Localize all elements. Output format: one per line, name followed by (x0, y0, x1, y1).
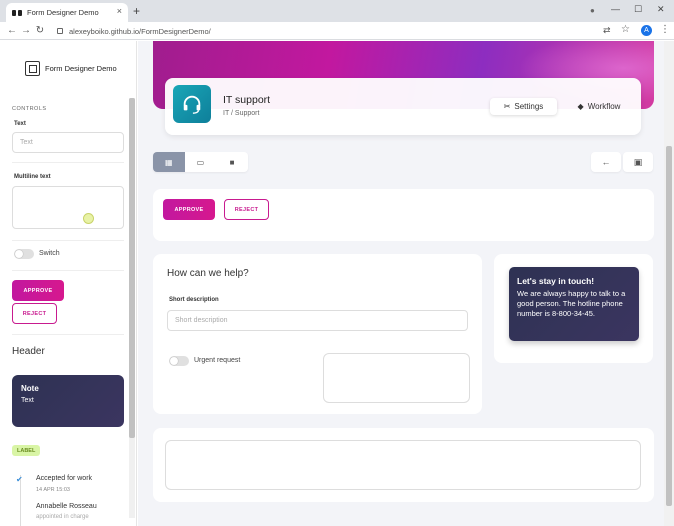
timeline-sub: appointed in charge (36, 514, 89, 520)
divider (12, 162, 124, 163)
square-view-button[interactable]: ■ (216, 152, 248, 172)
contact-text: We are always happy to talk to a good pe… (517, 289, 626, 318)
form-approve-button[interactable]: APPROVE (163, 199, 215, 220)
tools-icon: ✂ (503, 102, 511, 111)
cursor-indicator (83, 213, 94, 224)
text-field-label: Text (14, 121, 26, 127)
breadcrumb: IT / Support (223, 110, 260, 117)
multiline-field-label: Multiline text (14, 174, 51, 180)
new-tab-button[interactable]: + (133, 4, 140, 18)
back-button[interactable]: ← (5, 25, 19, 36)
lock-icon (57, 28, 63, 34)
note-title: Note (21, 384, 39, 393)
star-icon[interactable]: ☆ (621, 24, 630, 35)
switch-toggle[interactable] (14, 249, 34, 259)
multiline-textarea[interactable] (12, 186, 124, 229)
text-input[interactable]: Text (12, 132, 124, 153)
address-bar[interactable]: alexeyboiko.github.io/FormDesignerDemo/ (57, 24, 631, 38)
details-box[interactable] (323, 353, 470, 403)
form-designer-logo-icon (25, 61, 40, 76)
record-icon[interactable]: ● (590, 6, 595, 15)
save-icon: ▣ (633, 156, 643, 167)
switch-label: Switch (39, 250, 60, 257)
headset-icon (173, 85, 211, 123)
note-text: Text (21, 397, 34, 404)
browser-tab[interactable]: Form Designer Demo × (6, 3, 128, 22)
grid-icon: ▦ (165, 157, 173, 167)
check-icon: ✔ (16, 475, 23, 484)
tab-close-icon[interactable]: × (117, 6, 122, 16)
main-scrollbar[interactable] (664, 41, 674, 526)
tab-title: Form Designer Demo (27, 8, 99, 17)
arrow-left-icon: ← (601, 157, 611, 167)
urgent-request-toggle[interactable] (169, 356, 189, 366)
save-button[interactable]: ▣ (623, 152, 653, 172)
tab-settings-label: Settings (514, 102, 544, 111)
contact-title: Let's stay in touch! (517, 276, 595, 286)
timeline-title: Accepted for work (36, 475, 93, 482)
mask-icon (12, 9, 22, 16)
maximize-button[interactable]: ☐ (634, 4, 642, 15)
label-badge[interactable]: LABEL (12, 445, 41, 456)
urgent-request-label: Urgent request (194, 357, 241, 364)
scrollbar-thumb[interactable] (666, 146, 672, 506)
window-view-button[interactable]: ▭ (185, 152, 217, 172)
minimize-button[interactable]: — (611, 4, 620, 14)
browser-menu-icon[interactable]: ⋮ (660, 24, 670, 35)
app-title: Form Designer Demo (45, 64, 117, 73)
url-text: alexeyboiko.github.io/FormDesignerDemo/ (69, 26, 211, 36)
form-title: How can we help? (167, 268, 249, 279)
divider (12, 334, 124, 335)
bottom-text-area[interactable] (165, 440, 641, 490)
cube-icon: ◆ (577, 102, 584, 111)
sidebar-scrollbar[interactable] (129, 98, 135, 518)
tab-workflow-label: Workflow (587, 102, 621, 111)
reject-button[interactable]: REJECT (12, 303, 57, 324)
translate-icon[interactable]: ⇄ (603, 25, 611, 36)
avatar[interactable]: A (641, 25, 652, 36)
divider (12, 270, 124, 271)
window-icon: ▭ (196, 157, 205, 167)
tab-workflow[interactable]: ◆ Workflow (566, 98, 632, 115)
controls-section-label: CONTROLS (12, 106, 47, 112)
short-description-input[interactable]: Short description (167, 310, 468, 331)
reload-button[interactable]: ↻ (33, 25, 47, 36)
forward-button[interactable]: → (19, 25, 33, 36)
close-window-button[interactable]: ✕ (657, 4, 665, 15)
grid-view-button[interactable]: ▦ (153, 152, 185, 172)
form-reject-button[interactable]: REJECT (224, 199, 269, 220)
timeline-name: Annabelle Rosseau (36, 503, 97, 510)
timeline-date: 14 APR 15:03 (36, 487, 70, 493)
back-action-button[interactable]: ← (591, 152, 621, 172)
divider (12, 240, 124, 241)
view-switcher: ▦ ▭ ■ (153, 152, 248, 172)
note-card[interactable]: Note Text (12, 375, 124, 427)
page-title: IT support (223, 94, 271, 106)
square-icon: ■ (229, 157, 235, 167)
tab-settings[interactable]: ✂ Settings (490, 98, 557, 115)
contact-card: Let's stay in touch! We are always happy… (509, 267, 639, 341)
header-control[interactable]: Header (12, 346, 45, 357)
approve-button[interactable]: APPROVE (12, 280, 64, 301)
short-description-label: Short description (169, 297, 219, 303)
scrollbar-thumb[interactable] (129, 98, 135, 438)
